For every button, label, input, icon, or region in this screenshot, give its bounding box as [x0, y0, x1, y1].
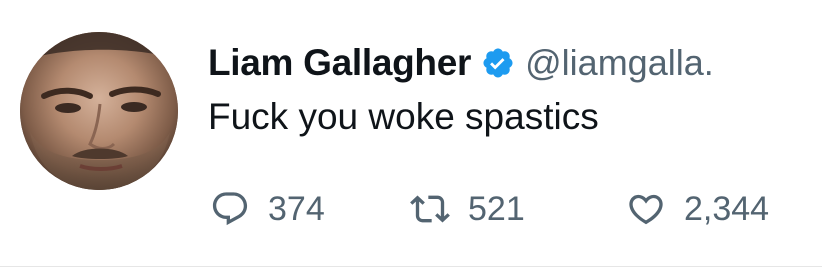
reply-button[interactable]: 374 — [210, 184, 325, 234]
like-count: 2,344 — [684, 189, 770, 228]
reply-count: 374 — [268, 189, 325, 228]
tweet-text: Fuck you woke spastics — [208, 96, 599, 137]
verified-badge-icon — [481, 46, 515, 80]
author-handle[interactable]: @liamgalla. — [525, 42, 714, 84]
reply-icon — [210, 189, 250, 229]
tweet-header: Liam Gallagher @liamgalla. — [208, 38, 714, 88]
author-display-name[interactable]: Liam Gallagher — [208, 42, 471, 84]
retweet-count: 521 — [468, 189, 525, 228]
avatar-image — [20, 32, 178, 190]
like-button[interactable]: 2,344 — [626, 184, 769, 234]
tweet-card[interactable]: Liam Gallagher @liamgalla. Fuck you woke… — [0, 0, 822, 273]
heart-icon — [626, 189, 666, 229]
retweet-icon — [410, 189, 450, 229]
retweet-button[interactable]: 521 — [410, 184, 525, 234]
tweet-actions: 374 521 2,344 — [210, 184, 810, 234]
divider — [0, 266, 822, 267]
avatar[interactable] — [20, 32, 178, 190]
